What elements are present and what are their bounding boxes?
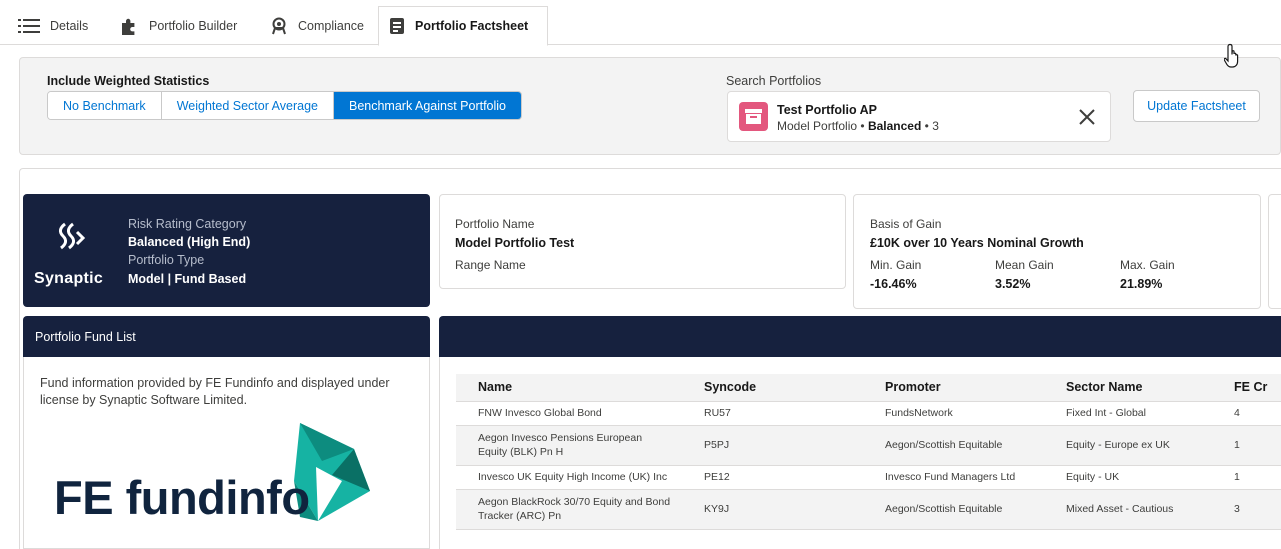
cell-sector: Equity - UK — [1044, 465, 1212, 490]
table-row[interactable]: FNW Invesco Global Bond RU57 FundsNetwor… — [456, 401, 1281, 426]
puzzle-icon — [121, 17, 139, 35]
table-row[interactable]: Aegon BlackRock 30/70 Equity and Bond Tr… — [456, 489, 1281, 530]
update-factsheet-button[interactable]: Update Factsheet — [1133, 90, 1260, 122]
fund-table-header-bar — [439, 316, 1281, 357]
min-gain-value: -16.46% — [870, 277, 917, 291]
cell-name: Invesco UK Equity High Income (UK) Inc — [456, 465, 682, 490]
cell-syncode: RU57 — [682, 401, 863, 426]
portfolio-type-value: Model | Fund Based — [128, 272, 247, 286]
tab-details[interactable]: Details — [8, 6, 98, 45]
award-icon — [270, 17, 288, 35]
basis-of-gain-card: Basis of Gain £10K over 10 Years Nominal… — [853, 194, 1261, 309]
weighted-statistics-title: Include Weighted Statistics — [47, 74, 210, 88]
portfolio-name-card: Portfolio Name Model Portfolio Test Rang… — [439, 194, 846, 289]
column-header-name[interactable]: Name — [456, 374, 682, 402]
risk-rating-value: Balanced (High End) — [128, 235, 251, 249]
factsheet-icon — [389, 17, 405, 35]
cell-fe-crown: 1 — [1212, 425, 1281, 466]
column-header-sector-name[interactable]: Sector Name — [1044, 374, 1212, 402]
mean-gain-value: 3.52% — [995, 277, 1031, 291]
cell-name: FNW Invesco Global Bond — [456, 401, 682, 426]
tab-portfolio-builder[interactable]: Portfolio Builder — [111, 6, 247, 45]
cell-promoter: Invesco Fund Managers Ltd — [863, 465, 1044, 490]
fund-table-panel: Name Syncode Promoter Sector Name FE Cr … — [439, 357, 1281, 549]
cell-syncode: KY9J — [682, 489, 863, 530]
risk-rating-label: Risk Rating Category — [128, 217, 247, 231]
list-icon — [18, 18, 40, 34]
cell-sector: Mixed Asset - Cautious — [1044, 489, 1212, 530]
column-header-syncode[interactable]: Syncode — [682, 374, 863, 402]
cell-fe-crown: 4 — [1212, 401, 1281, 426]
benchmark-segmented-control: No Benchmark Weighted Sector Average Ben… — [47, 91, 523, 120]
max-gain-label: Max. Gain — [1120, 258, 1175, 272]
cell-sector: Equity - Europe ex UK — [1044, 425, 1212, 466]
tab-bar: Details Portfolio Builder Compliance Por… — [0, 0, 1281, 46]
tab-portfolio-factsheet[interactable]: Portfolio Factsheet — [378, 6, 548, 46]
fe-fundinfo-logo-text: FE fundinfo — [54, 471, 310, 524]
cell-sector: Fixed Int - Global — [1044, 401, 1212, 426]
max-gain-value: 21.89% — [1120, 277, 1163, 291]
benchmark-against-portfolio-button[interactable]: Benchmark Against Portfolio — [333, 92, 522, 119]
synaptic-logo-icon — [53, 216, 93, 261]
portfolio-type-label: Portfolio Type — [128, 253, 205, 267]
basis-of-gain-value: £10K over 10 Years Nominal Growth — [870, 236, 1084, 250]
tab-compliance[interactable]: Compliance — [260, 6, 374, 45]
selected-portfolio-meta: Model Portfolio • Balanced • 3 — [777, 119, 939, 133]
portfolio-fund-list-header: Portfolio Fund List — [23, 316, 430, 357]
cell-promoter: Aegon/Scottish Equitable — [863, 425, 1044, 466]
cell-name: Aegon BlackRock 30/70 Equity and Bond Tr… — [456, 489, 682, 530]
fund-info-license-note: Fund information provided by FE Fundinfo… — [40, 376, 390, 407]
cell-fe-crown: 3 — [1212, 489, 1281, 530]
column-header-promoter[interactable]: Promoter — [863, 374, 1044, 402]
table-row[interactable]: Invesco UK Equity High Income (UK) Inc P… — [456, 465, 1281, 490]
column-header-fe-crown[interactable]: FE Cr — [1212, 374, 1281, 402]
cell-syncode: PE12 — [682, 465, 863, 490]
clear-selection-close-icon[interactable] — [1078, 108, 1096, 126]
cell-promoter: FundsNetwork — [863, 401, 1044, 426]
search-portfolios-label: Search Portfolios — [726, 74, 822, 88]
fund-table: Name Syncode Promoter Sector Name FE Cr … — [456, 374, 1281, 530]
selected-portfolio-pill[interactable]: Test Portfolio AP Model Portfolio • Bala… — [727, 91, 1111, 142]
tab-label: Compliance — [298, 18, 365, 33]
tab-label: Portfolio Builder — [149, 18, 238, 33]
basis-of-gain-label: Basis of Gain — [870, 217, 942, 231]
cell-syncode: P5PJ — [682, 425, 863, 466]
portfolio-name-value: Model Portfolio Test — [455, 236, 575, 250]
weighted-sector-average-button[interactable]: Weighted Sector Average — [161, 92, 334, 119]
selected-portfolio-title: Test Portfolio AP — [777, 103, 877, 117]
risk-rating-card: Synaptic Risk Rating Category Balanced (… — [23, 194, 430, 307]
archive-icon — [739, 102, 768, 131]
no-benchmark-button[interactable]: No Benchmark — [48, 92, 162, 119]
factsheet-controls: Include Weighted Statistics No Benchmark… — [19, 57, 1281, 155]
mean-gain-label: Mean Gain — [995, 258, 1054, 272]
synaptic-logo-text: Synaptic — [34, 270, 104, 287]
table-row[interactable]: Aegon Invesco Pensions European Equity (… — [456, 425, 1281, 466]
cell-promoter: Aegon/Scottish Equitable — [863, 489, 1044, 530]
range-name-label: Range Name — [455, 258, 526, 272]
partial-card — [1268, 194, 1281, 309]
table-header-row: Name Syncode Promoter Sector Name FE Cr — [456, 374, 1281, 402]
tab-label: Portfolio Factsheet — [415, 19, 529, 33]
cell-name: Aegon Invesco Pensions European Equity (… — [456, 425, 682, 466]
hand-pointer-cursor-icon — [1223, 43, 1244, 74]
tab-label: Details — [50, 18, 89, 33]
portfolio-fund-list-body: Fund information provided by FE Fundinfo… — [23, 357, 430, 549]
min-gain-label: Min. Gain — [870, 258, 922, 272]
cell-fe-crown: 1 — [1212, 465, 1281, 490]
portfolio-name-label: Portfolio Name — [455, 217, 535, 231]
